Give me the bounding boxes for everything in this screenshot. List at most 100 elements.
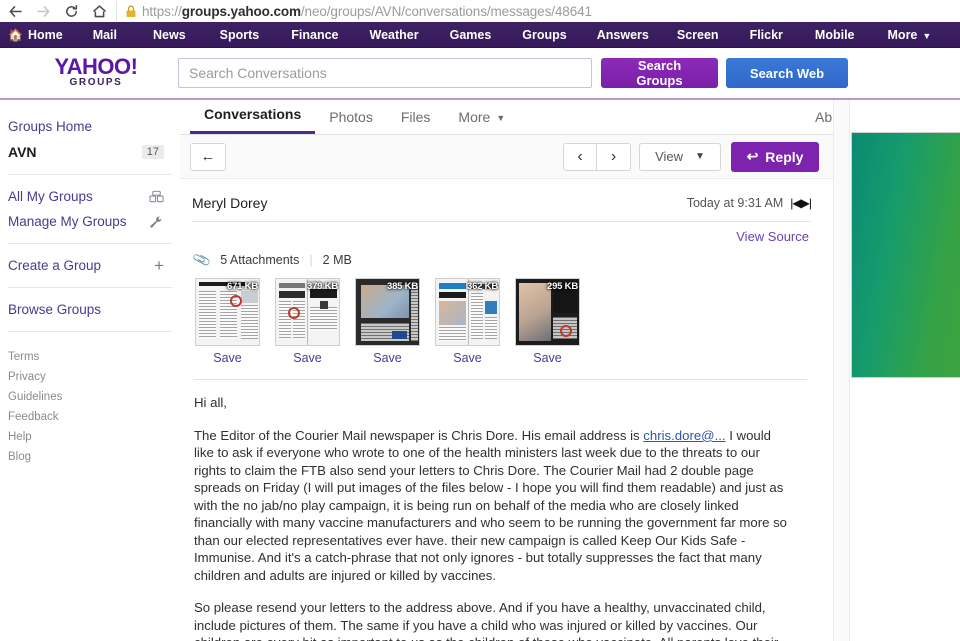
address-bar[interactable]: https://groups.yahoo.com/neo/groups/AVN/…: [116, 1, 960, 21]
chevron-left-icon: ‹: [577, 147, 583, 165]
attachment-thumbnail[interactable]: 379 KB: [275, 278, 340, 347]
footer-link-blog[interactable]: Blog: [8, 447, 172, 467]
sidebar-item-manage-my-groups[interactable]: Manage My Groups: [0, 209, 180, 234]
nav-item-flickr[interactable]: Flickr: [750, 28, 783, 42]
attachment-save-link[interactable]: Save: [435, 346, 500, 365]
sidebar-divider: [8, 331, 172, 332]
groups-stack-icon: [149, 190, 164, 204]
nav-item-answers[interactable]: Answers: [597, 28, 649, 42]
sidebar-divider: [8, 287, 172, 288]
nav-item-label: News: [153, 27, 186, 42]
nav-item-finance[interactable]: Finance: [291, 28, 338, 42]
nav-item-mail[interactable]: Mail: [93, 28, 117, 42]
url-scheme: https://: [142, 3, 182, 19]
footer-link-privacy[interactable]: Privacy: [8, 367, 172, 387]
nav-item-games[interactable]: Games: [450, 28, 492, 42]
nav-item-mobile[interactable]: Mobile: [815, 28, 855, 42]
search-groups-button[interactable]: Search Groups: [601, 58, 718, 88]
forward-arrow-icon[interactable]: [34, 2, 52, 20]
nav-item-home[interactable]: 🏠 Home: [8, 28, 63, 42]
attachment-thumbnail[interactable]: 671 KB: [195, 278, 260, 347]
tab-more[interactable]: More ▼: [444, 109, 519, 134]
nav-item-label: Sports: [219, 27, 260, 42]
yahoo-groups-logo[interactable]: YAHOO! GROUPS: [42, 56, 150, 89]
reload-icon[interactable]: [62, 2, 80, 20]
tab-files[interactable]: Files: [387, 109, 445, 134]
paperclip-icon: 📎: [191, 250, 213, 270]
sidebar-item-all-my-groups[interactable]: All My Groups: [0, 184, 180, 209]
attachment-thumbnail[interactable]: 362 KB: [435, 278, 500, 347]
search-web-button[interactable]: Search Web: [726, 58, 848, 88]
sidebar-item-label: Browse Groups: [8, 302, 102, 317]
reply-arrow-icon: ↩: [746, 148, 759, 165]
nav-item-label: Groups: [522, 27, 567, 42]
message-toolbar: ← ‹ › View ▼ ↩ Reply: [180, 135, 833, 180]
nav-item-groups[interactable]: Groups: [522, 28, 566, 42]
attachment-save-link[interactable]: Save: [355, 346, 420, 365]
nav-item-label: Flickr: [749, 27, 783, 42]
nav-item-sports[interactable]: Sports: [220, 28, 260, 42]
nav-item-label: Mobile: [814, 27, 855, 42]
nav-item-label: Answers: [596, 27, 649, 42]
reply-button[interactable]: ↩ Reply: [731, 141, 819, 172]
tab-conversations[interactable]: Conversations: [190, 106, 316, 135]
nav-item-label: Weather: [369, 27, 419, 42]
attachment-save-link[interactable]: Save: [515, 346, 580, 365]
home-icon[interactable]: [90, 2, 108, 20]
attachment-size: 379 KB: [306, 281, 338, 293]
footer-link-terms[interactable]: Terms: [8, 347, 172, 367]
sidebar-item-label: All My Groups: [8, 189, 93, 204]
sidebar-divider: [8, 174, 172, 175]
footer-link-feedback[interactable]: Feedback: [8, 407, 172, 427]
next-message-button[interactable]: ›: [597, 142, 631, 171]
attachment-save-link[interactable]: Save: [275, 346, 340, 365]
sidebar-item-label: Groups Home: [8, 119, 93, 134]
wrench-icon: [149, 215, 164, 229]
nav-item-news[interactable]: News: [153, 28, 186, 42]
nav-item-weather[interactable]: Weather: [370, 28, 419, 42]
sidebar-item-label: Manage My Groups: [8, 214, 127, 229]
view-source-link[interactable]: View Source: [190, 222, 813, 246]
back-button[interactable]: ←: [190, 142, 226, 171]
footer-link-guidelines[interactable]: Guidelines: [8, 387, 172, 407]
sidebar-item-groups-home[interactable]: Groups Home: [0, 114, 180, 139]
message-sender: Meryl Dorey: [192, 195, 268, 212]
conversation-column: Conversations Photos Files More ▼ Ab ← ‹…: [180, 100, 833, 641]
attachments-separator: |: [309, 253, 313, 268]
tab-photos[interactable]: Photos: [315, 109, 387, 134]
search-input[interactable]: [178, 58, 592, 88]
sidebar-divider: [8, 243, 172, 244]
sidebar-item-label: Create a Group: [8, 258, 102, 273]
attachment-item: 295 KB Save: [515, 278, 580, 365]
expand-collapse-icon[interactable]: |◀▶|: [790, 196, 812, 210]
tab-about[interactable]: Ab: [815, 109, 833, 125]
message-paragraph-1: The Editor of the Courier Mail newspaper…: [194, 427, 791, 585]
main-region: Conversations Photos Files More ▼ Ab ← ‹…: [180, 100, 960, 641]
attachment-thumbnail[interactable]: 295 KB: [515, 278, 580, 347]
tab-label: Conversations: [204, 106, 302, 123]
back-arrow-icon[interactable]: [6, 2, 24, 20]
sidebar-footer-links: Terms Privacy Guidelines Feedback Help B…: [0, 341, 180, 467]
footer-link-help[interactable]: Help: [8, 427, 172, 447]
sidebar-item-create-a-group[interactable]: Create a Group +: [0, 253, 180, 278]
attachment-size: 671 KB: [226, 281, 258, 293]
nav-item-label: More: [887, 27, 918, 42]
nav-item-label: Mail: [92, 27, 117, 42]
advertisement-panel[interactable]: [851, 132, 960, 378]
message-timestamp: Today at 9:31 AM: [686, 196, 784, 211]
sidebar-item-avn[interactable]: AVN 17: [0, 139, 180, 165]
attachments-summary: 📎 5 Attachments | 2 MB: [190, 246, 813, 276]
sidebar-item-label: AVN: [8, 144, 37, 160]
tab-label: Photos: [329, 109, 373, 126]
attachment-save-link[interactable]: Save: [195, 346, 260, 365]
view-dropdown[interactable]: View ▼: [639, 142, 721, 171]
content-tabs: Conversations Photos Files More ▼ Ab: [180, 100, 833, 136]
nav-item-screen[interactable]: Screen: [677, 28, 719, 42]
sidebar-item-browse-groups[interactable]: Browse Groups: [0, 297, 180, 322]
email-link[interactable]: chris.dore@...: [643, 428, 725, 443]
attachment-thumbnail[interactable]: 385 KB: [355, 278, 420, 347]
previous-message-button[interactable]: ‹: [563, 142, 597, 171]
page-scrollbar[interactable]: [834, 100, 850, 641]
nav-item-more[interactable]: More ▼: [888, 28, 932, 42]
left-arrow-icon: ←: [200, 148, 216, 166]
